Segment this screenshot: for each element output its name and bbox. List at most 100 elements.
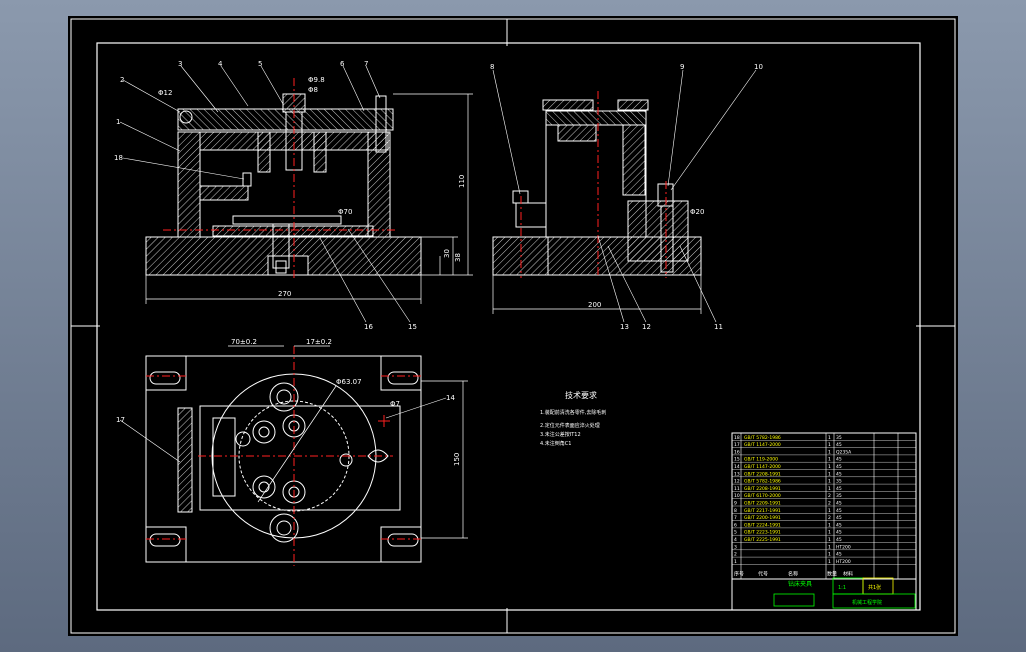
parts-cell-no: 9 — [734, 501, 737, 507]
parts-cell-code: GB/T 2224-1991 — [744, 522, 781, 528]
parts-cell-mat: 45 — [836, 530, 842, 536]
parts-cell-code: GB/T 1147-2000 — [744, 464, 781, 470]
parts-cell-mat: 35 — [836, 493, 842, 499]
parts-cell-mat: 45 — [836, 464, 842, 470]
balloon-14: 14 — [446, 394, 455, 402]
parts-cell-code: GB/T 6170-2000 — [744, 493, 781, 499]
parts-cell-code: GB/T 5782-1986 — [744, 435, 781, 441]
balloon-5: 5 — [258, 60, 262, 68]
parts-cell-no: 10 — [734, 493, 740, 499]
dim-200: 200 — [588, 301, 601, 309]
parts-cell-qty: 1 — [828, 435, 831, 441]
sheet-count: 共1张 — [868, 584, 881, 591]
parts-cell-mat: 35 — [836, 479, 842, 485]
note-line-4: 4.未注倒角C1 — [540, 440, 571, 447]
parts-header-mat: 材料 — [843, 571, 853, 578]
balloon-12: 12 — [642, 323, 651, 331]
side-view — [492, 69, 757, 323]
parts-cell-qty: 1 — [828, 464, 831, 470]
notes-title: 技术要求 — [565, 390, 597, 400]
balloon-9: 9 — [680, 63, 684, 71]
parts-cell-no: 15 — [734, 457, 740, 463]
dim-phi7: Φ7 — [390, 400, 400, 408]
parts-header-name: 名称 — [788, 571, 798, 578]
parts-cell-qty: 1 — [828, 530, 831, 536]
cad-drawing: 2 3 4 5 6 7 1 18 16 15 Φ12 Φ9.8 Φ8 Φ70 1… — [70, 18, 956, 634]
dim-phi63: Φ63.07 — [336, 378, 362, 386]
parts-cell-mat: 45 — [836, 515, 842, 521]
parts-cell-code: GB/T 2217-1991 — [744, 508, 781, 514]
parts-cell-mat: 45 — [836, 501, 842, 507]
balloon-1: 1 — [116, 118, 120, 126]
scale: 1:1 — [838, 585, 846, 591]
parts-cell-no: 16 — [734, 449, 740, 455]
parts-cell-mat: 45 — [836, 457, 842, 463]
parts-cell-code: GB/T 2200-1991 — [744, 515, 781, 521]
parts-cell-mat: HT200 — [836, 559, 851, 565]
balloon-8: 8 — [490, 63, 494, 71]
parts-cell-no: 11 — [734, 486, 740, 492]
parts-cell-mat: 35 — [836, 435, 842, 441]
balloon-17: 17 — [116, 416, 125, 424]
top-view — [119, 345, 468, 566]
balloon-15: 15 — [408, 323, 417, 331]
parts-cell-mat: 45 — [836, 486, 842, 492]
parts-cell-no: 7 — [734, 515, 737, 521]
parts-cell-no: 1 — [734, 559, 737, 565]
balloon-16: 16 — [364, 323, 373, 331]
balloon-7: 7 — [364, 60, 368, 68]
front-view — [119, 65, 473, 323]
parts-cell-mat: 45 — [836, 442, 842, 448]
front-body — [177, 131, 201, 238]
balloon-2: 2 — [120, 76, 124, 84]
side-plate — [545, 110, 647, 126]
parts-cell-no: 4 — [734, 537, 737, 543]
parts-header-qty: 数量 — [827, 571, 837, 578]
parts-cell-qty: 1 — [828, 508, 831, 514]
parts-cell-code: GB/T 2225-1991 — [744, 537, 781, 543]
parts-cell-no: 5 — [734, 530, 737, 536]
parts-cell-mat: 45 — [836, 522, 842, 528]
balloon-18: 18 — [114, 154, 123, 162]
parts-cell-qty: 2 — [828, 515, 831, 521]
parts-cell-code: GB/T 2208-1991 — [744, 486, 781, 492]
balloon-10: 10 — [754, 63, 763, 71]
parts-cell-qty: 2 — [828, 501, 831, 507]
school-name: 机械工程学院 — [852, 599, 882, 606]
title-block: 钻床夹具 1:1 共1张 机械工程学院 — [731, 577, 917, 611]
dim-30: 30 — [443, 249, 451, 258]
balloon-3: 3 — [178, 60, 182, 68]
parts-cell-code: GB/T 119-2000 — [744, 457, 778, 463]
drawing-sheet: 2 3 4 5 6 7 1 18 16 15 Φ12 Φ9.8 Φ8 Φ70 1… — [68, 16, 958, 636]
balloon-4: 4 — [218, 60, 223, 68]
dim-150: 150 — [453, 453, 461, 466]
technical-notes: 技术要求 1.装配前清洗各零件,去除毛刺 2.定位元件表面应淬火处理 3.未注公… — [540, 390, 606, 447]
dim-phi20: Φ20 — [690, 208, 704, 216]
dim-110: 110 — [458, 175, 466, 188]
dim-70: 70±0.2 — [231, 338, 257, 346]
dim-270: 270 — [278, 290, 291, 298]
parts-cell-no: 6 — [734, 522, 737, 528]
balloon-11: 11 — [714, 323, 723, 331]
balloon-6: 6 — [340, 60, 345, 68]
parts-cell-qty: 2 — [828, 493, 831, 499]
parts-header-no: 序号 — [734, 571, 744, 578]
parts-cell-qty: 1 — [828, 457, 831, 463]
parts-cell-no: 3 — [734, 544, 737, 550]
parts-cell-mat: 45 — [836, 537, 842, 543]
parts-cell-mat: 45 — [836, 471, 842, 477]
parts-cell-code: GB/T 2223-1991 — [744, 530, 781, 536]
dim-phi70: Φ70 — [338, 208, 352, 216]
parts-cell-mat: 45 — [836, 552, 842, 558]
note-line-2: 2.定位元件表面应淬火处理 — [540, 422, 600, 429]
parts-cell-no: 18 — [734, 435, 740, 441]
parts-cell-qty: 1 — [828, 552, 831, 558]
dim-17: 17±0.2 — [306, 338, 332, 346]
parts-cell-qty: 1 — [828, 559, 831, 565]
dim-phi12: Φ12 — [158, 89, 172, 97]
parts-cell-qty: 1 — [828, 471, 831, 477]
parts-cell-mat: HT200 — [836, 544, 851, 550]
parts-cell-no: 13 — [734, 471, 740, 477]
parts-header-code: 代号 — [758, 571, 768, 578]
parts-table: 18 GB/T 5782-1986 1 3517 GB/T 1147-2000 1 4516… — [731, 432, 917, 580]
